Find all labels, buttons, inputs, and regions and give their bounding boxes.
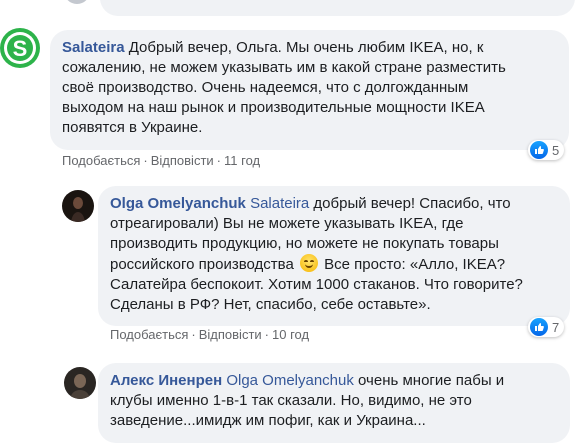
comment-text: отреагировали) Вы не можете указывать IK… — [110, 215, 464, 232]
reaction-counter[interactable]: 5 — [528, 140, 565, 160]
comment-author[interactable]: Olga Omelyanchuk — [110, 195, 246, 212]
like-icon — [530, 141, 548, 159]
comment-text: российского производства — [110, 256, 294, 273]
comment-text: сожалению, не можем указывать им в какой… — [62, 59, 506, 76]
svg-text:S: S — [13, 36, 28, 61]
comment-text: Добрый вечер, Ольга. Мы очень любим IKEA… — [124, 39, 484, 56]
comment-text: Все просто: «Алло, IKEA? — [319, 256, 506, 273]
salateira-logo-icon[interactable]: S — [0, 28, 40, 68]
comment-bubble: Salateira Добрый вечер, Ольга. Мы очень … — [50, 30, 569, 150]
comment-bubble: Алекс Иненрен Olga Omelyanchuk очень мно… — [98, 363, 570, 443]
comment-text: Салатейра беспокоит. Хотим 1000 стаканов… — [110, 276, 523, 293]
reaction-count: 5 — [552, 142, 560, 158]
comment-text: очень многие пабы и — [353, 372, 505, 389]
reply-button[interactable]: Відповісти — [199, 327, 262, 342]
reaction-count: 7 — [552, 319, 560, 335]
timestamp[interactable]: 10 год — [272, 327, 309, 342]
comment-author[interactable]: Алекс Иненрен — [110, 372, 222, 389]
comment-author[interactable]: Salateira — [62, 39, 125, 56]
reply-button[interactable]: Відповісти — [151, 153, 214, 168]
comment-text: Сделаны в РФ? Нет, спасибо, себе оставьт… — [110, 296, 431, 313]
comment-text: появятся в Украине. — [62, 119, 203, 136]
avatar[interactable] — [62, 190, 94, 222]
previous-comment-bubble — [100, 0, 575, 16]
like-button[interactable]: Подобається — [62, 153, 140, 168]
mention-link[interactable]: Salateira — [250, 195, 309, 212]
separator: · — [143, 153, 148, 168]
separator: · — [216, 153, 222, 168]
mention-link[interactable]: Olga Omelyanchuk — [226, 372, 354, 389]
comment-actions: Подобається · Відповісти · 10 год — [110, 327, 309, 342]
avatar[interactable] — [64, 0, 90, 4]
like-icon — [530, 318, 548, 336]
separator: · — [264, 327, 270, 342]
comment-text: производить продукцию, но можете не поку… — [110, 235, 499, 252]
comment-actions: Подобається · Відповісти · 11 год — [62, 153, 260, 168]
separator: · — [191, 327, 196, 342]
timestamp[interactable]: 11 год — [224, 153, 260, 168]
comment-text: выходом на наш рынок и производительные … — [62, 99, 485, 116]
comment-text: добрый вечер! Спасибо, что — [309, 195, 511, 212]
emoji-icon — [299, 254, 318, 272]
reaction-counter[interactable]: 7 — [528, 317, 565, 337]
avatar[interactable] — [64, 367, 96, 399]
like-button[interactable]: Подобається — [110, 327, 188, 342]
comment-bubble: Olga Omelyanchuk Salateira добрый вечер!… — [98, 186, 570, 326]
comment-text: заведение...имидж им пофиг, как и Украин… — [110, 412, 426, 429]
comment-text: клубы именно 1-в-1 так сказали. Но, види… — [110, 392, 472, 409]
comment-text: своё производство. Очень надеемся, что с… — [62, 79, 469, 96]
